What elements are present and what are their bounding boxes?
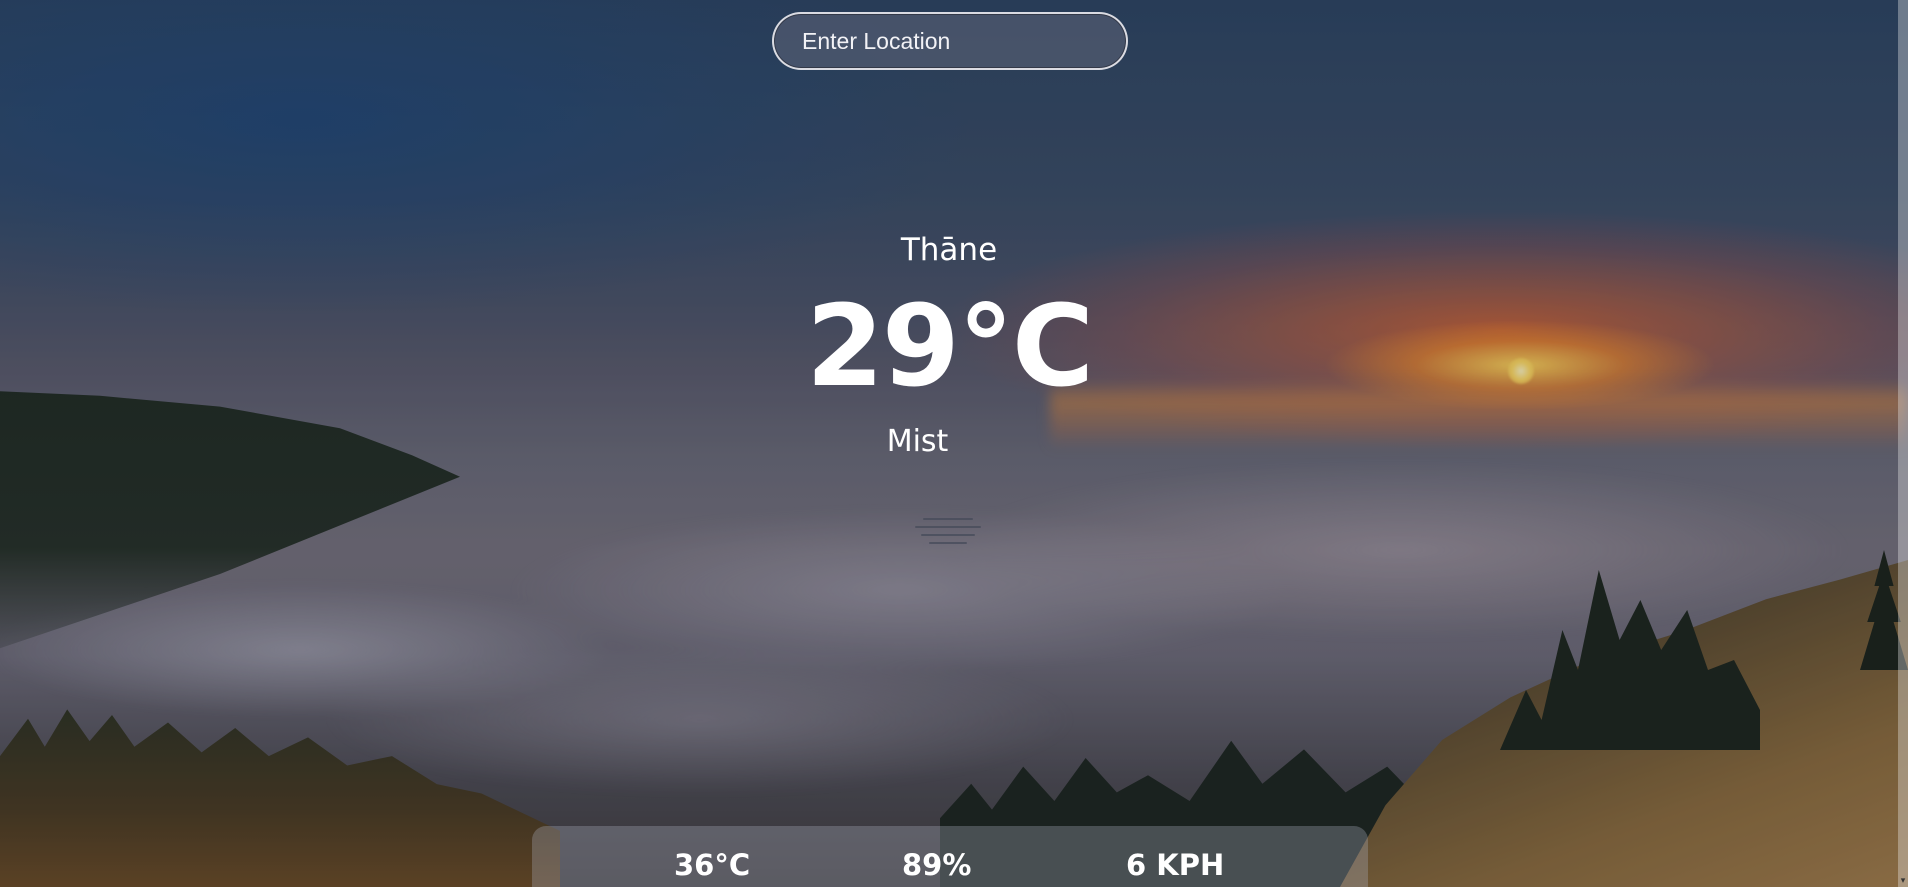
location-name: Thāne: [900, 232, 998, 268]
weather-app: Thāne 29°C Mist 36°C 89% 6 KPH ▾: [0, 0, 1908, 887]
vertical-scrollbar[interactable]: ▾: [1898, 0, 1908, 887]
wind-speed-value: 6 KPH: [1126, 848, 1225, 882]
location-search-input[interactable]: [772, 12, 1128, 70]
scroll-down-icon[interactable]: ▾: [1899, 877, 1907, 886]
weather-condition: Mist: [886, 424, 949, 459]
weather-stats-panel: 36°C 89% 6 KPH: [532, 826, 1368, 887]
search-container: [772, 12, 1128, 70]
humidity-value: 89%: [902, 848, 972, 882]
current-temperature: 29°C: [805, 282, 1094, 412]
feels-like-value: 36°C: [674, 848, 751, 882]
mist-icon: [915, 516, 981, 546]
